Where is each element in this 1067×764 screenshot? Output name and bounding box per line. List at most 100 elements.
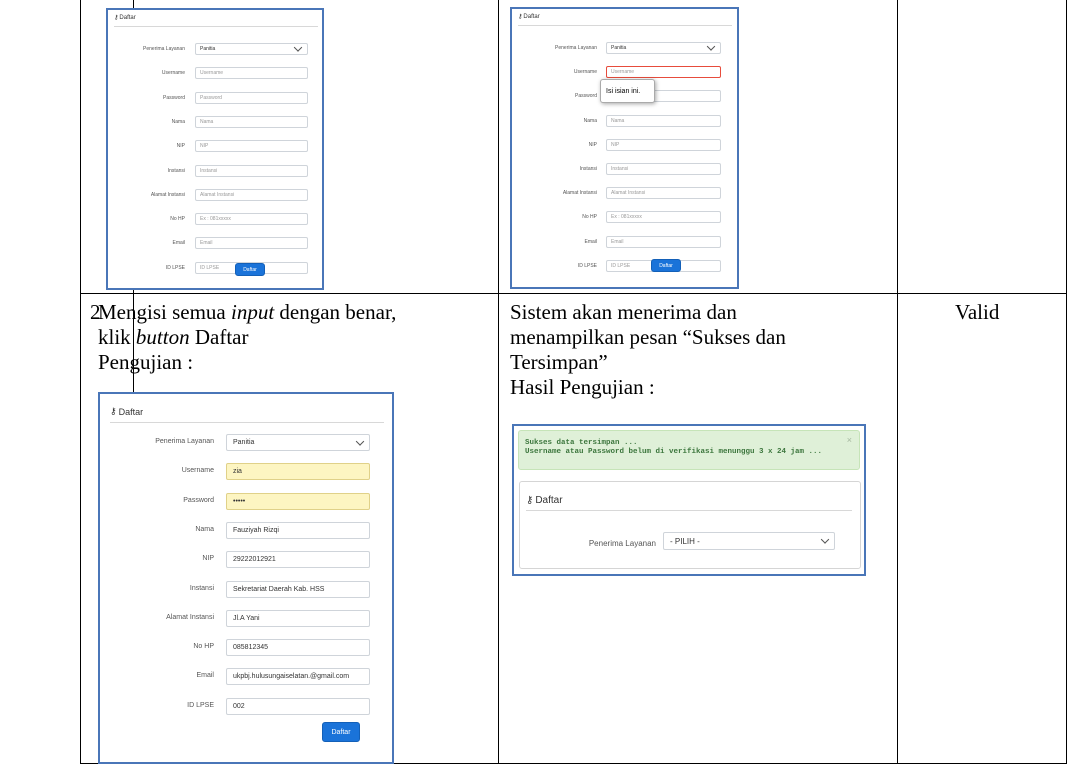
nip-input[interactable]: NIP	[195, 140, 308, 153]
penerima-layanan-label: Penerima Layanan	[143, 46, 185, 52]
alamat-instansi-label: Alamat Instansi	[166, 613, 214, 621]
password-value: Password	[200, 94, 222, 101]
password-label: Password	[163, 94, 185, 101]
no-hp-label: No HP	[170, 216, 185, 223]
instansi-label: Instansi	[189, 584, 214, 592]
tooltip-text: Isi isian ini.	[606, 87, 641, 95]
email-label: Email	[584, 238, 597, 245]
nama-input[interactable]: Nama	[195, 115, 308, 128]
email-input[interactable]: ukpbj.hulusungaiselatan.@gmail.com	[226, 668, 370, 686]
nama-label: Nama	[583, 117, 597, 124]
daftar-button[interactable]: Daftar	[322, 722, 360, 742]
alamat-instansi-input[interactable]: Alamat Instansi	[195, 188, 308, 201]
screenshot-form-empty: ⚷ Daftar Penerima Layanan Panitia Username…	[106, 8, 324, 290]
no-hp-input[interactable]: Ex : 081xxxxx	[606, 211, 721, 224]
daftar-button[interactable]: Daftar	[235, 263, 265, 276]
scenario-line-2: klik button Daftar	[98, 325, 249, 349]
nama-value: Nama	[611, 117, 625, 124]
instansi-label: Instansi	[579, 166, 597, 172]
close-icon[interactable]: ×	[847, 435, 852, 445]
username-value: Username	[611, 69, 635, 76]
nip-value: NIP	[611, 141, 620, 148]
nama-label: Nama	[195, 525, 214, 533]
id-lpse-label: ID LPSE	[577, 262, 597, 269]
penerima-layanan-select[interactable]: Panitia	[226, 434, 370, 451]
nama-input[interactable]: Nama	[606, 114, 721, 127]
nip-label: NIP	[588, 141, 597, 148]
alert-line-1: Sukses data tersimpan ...	[525, 439, 638, 447]
nip-value: NIP	[200, 143, 209, 150]
password-input[interactable]: Password	[195, 91, 308, 104]
penerima-layanan-value: Panitia	[233, 439, 255, 446]
alert-line-2: Username atau Password belum di verifika…	[525, 448, 823, 456]
penerima-layanan-select[interactable]: Panitia	[606, 42, 721, 54]
password-label: Password	[183, 496, 214, 504]
validation-tooltip: Isi isian ini.	[600, 79, 655, 103]
chevron-down-icon	[820, 535, 830, 544]
scenario-line-3: Pengujian :	[98, 350, 194, 374]
form-title: Daftar	[523, 13, 540, 20]
username-value: Username	[200, 70, 224, 77]
id-lpse-label: ID LPSE	[187, 701, 214, 709]
form-title: Daftar	[535, 495, 563, 506]
expected-line-2: menampilkan pesan “Sukses dan	[510, 325, 786, 349]
alamat-instansi-input[interactable]: Jl.A Yani	[226, 609, 370, 627]
password-input[interactable]: •••••	[226, 492, 370, 510]
form-title: Daftar	[119, 14, 136, 21]
form-title: Daftar	[118, 406, 144, 417]
email-value: Email	[200, 240, 213, 247]
nip-input[interactable]: 29222012921	[226, 551, 370, 569]
screenshot-form-filled: ⚷ Daftar Penerima Layanan Panitia Username…	[98, 392, 394, 764]
form-header-divider	[518, 25, 732, 26]
id-lpse-input[interactable]: 002	[226, 697, 370, 715]
daftar-button[interactable]: Daftar	[651, 259, 681, 272]
expected-line-4: Hasil Pengujian :	[510, 375, 655, 399]
screenshot-form-validation: ⚷ Daftar Penerima Layanan Panitia Username…	[510, 7, 739, 289]
table-border-col4	[897, 0, 898, 764]
nip-label: NIP	[202, 555, 214, 563]
form-header: ⚷ Daftar	[526, 495, 563, 506]
alamat-instansi-input[interactable]: Alamat Instansi	[606, 187, 721, 200]
no-hp-value: Ex : 081xxxxx	[200, 216, 231, 223]
key-icon: ⚷	[518, 14, 523, 20]
username-label: Username	[161, 70, 185, 77]
nip-value: 29222012921	[233, 556, 276, 564]
form-header: ⚷ Daftar	[114, 14, 136, 22]
instansi-input[interactable]: Sekretariat Daerah Kab. HSS	[226, 580, 370, 598]
instansi-input[interactable]: Instansi	[606, 163, 721, 175]
username-input[interactable]: Username	[606, 66, 721, 79]
select-label: Penerima Layanan	[588, 539, 656, 548]
form-header: ⚷ Daftar	[518, 13, 540, 21]
expected-line-3: Tersimpan”	[510, 350, 608, 374]
table-row-separator	[80, 293, 1067, 294]
email-input[interactable]: Email	[606, 235, 721, 248]
success-alert: Sukses data tersimpan ... Username atau …	[518, 430, 860, 470]
no-hp-value: 085812345	[233, 644, 269, 652]
instansi-input[interactable]: Instansi	[195, 164, 308, 177]
id-lpse-value: 002	[233, 702, 245, 710]
no-hp-input[interactable]: Ex : 081xxxxx	[195, 213, 308, 226]
form-header: ⚷ Daftar	[110, 406, 143, 417]
chevron-down-icon	[355, 436, 365, 446]
nama-input[interactable]: Fauziyah Rizqi	[226, 521, 370, 539]
nip-input[interactable]: NIP	[606, 138, 721, 151]
penerima-layanan-select[interactable]: Panitia	[195, 43, 308, 55]
penerima-layanan-value: Panitia	[200, 46, 216, 52]
nama-label: Nama	[171, 118, 185, 125]
no-hp-input[interactable]: 085812345	[226, 639, 370, 657]
username-input[interactable]: Username	[195, 67, 308, 80]
penerima-layanan-label: Penerima Layanan	[555, 45, 597, 51]
instansi-value: Instansi	[200, 167, 218, 174]
key-icon: ⚷	[526, 495, 534, 506]
no-hp-label: No HP	[582, 214, 597, 221]
email-input[interactable]: Email	[195, 237, 308, 250]
penerima-layanan-select[interactable]: - PILIH -	[663, 532, 835, 550]
chevron-down-icon	[293, 44, 303, 52]
password-value: •••••	[233, 497, 246, 505]
username-input[interactable]: zia	[226, 463, 370, 481]
chevron-down-icon	[706, 43, 716, 51]
username-label: Username	[573, 69, 597, 76]
instansi-value: Instansi	[611, 166, 629, 172]
username-label: Username	[181, 467, 214, 475]
alamat-instansi-value: Alamat Instansi	[200, 191, 235, 198]
